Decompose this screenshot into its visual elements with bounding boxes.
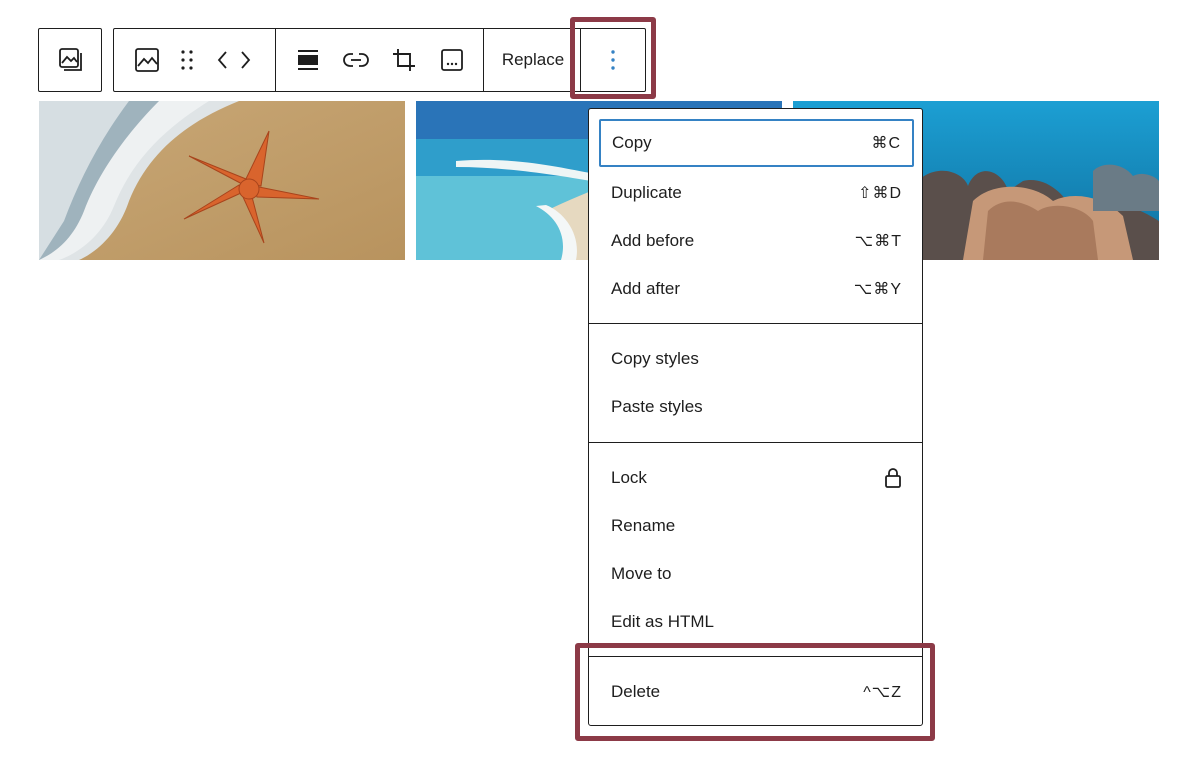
menu-item-copy-styles[interactable]: Copy styles [599,335,914,383]
drag-handle-button[interactable] [173,46,201,74]
image-icon [135,48,159,72]
toolbar-separator [483,29,484,91]
menu-item-paste-styles[interactable]: Paste styles [599,383,914,431]
menu-item-label: Move to [611,564,672,583]
crop-button[interactable] [390,46,418,74]
menu-item-rename[interactable]: Rename [599,502,914,550]
link-icon [343,53,369,67]
caption-icon [441,49,463,71]
align-icon [298,50,318,70]
image-block-button[interactable] [133,46,161,74]
menu-item-add-before[interactable]: Add before ⌥⌘T [599,217,914,265]
menu-item-shortcut: ⌥⌘T [854,233,902,250]
lock-icon [885,468,901,488]
block-toolbar: Replace [113,28,646,92]
move-right-button[interactable] [233,46,257,74]
caption-button[interactable] [438,46,466,74]
gallery-icon [59,48,82,71]
menu-item-copy[interactable]: Copy ⌘C [599,119,914,167]
crop-icon [393,49,415,71]
replace-button[interactable]: Replace [486,29,580,91]
gallery-image-starfish[interactable] [39,101,405,260]
menu-item-label: Add after [611,279,680,298]
more-options-highlight [570,17,656,99]
menu-item-label: Copy [612,133,652,152]
menu-item-label: Add before [611,231,695,250]
menu-item-label: Duplicate [611,183,682,202]
toolbar-separator [275,29,276,91]
menu-item-add-after[interactable]: Add after ⌥⌘Y [599,265,914,313]
chevron-left-icon [217,51,227,69]
menu-item-edit-as-html[interactable]: Edit as HTML [599,598,914,646]
align-button[interactable] [294,46,322,74]
menu-separator [589,442,922,443]
chevron-right-icon [241,51,251,69]
block-options-menu: Copy ⌘C Duplicate ⇧⌘D Add before ⌥⌘T Add… [588,108,923,726]
menu-item-label: Paste styles [611,397,703,416]
delete-highlight [575,643,935,741]
menu-item-move-to[interactable]: Move to [599,550,914,598]
menu-item-duplicate[interactable]: Duplicate ⇧⌘D [599,169,914,217]
menu-separator [589,323,922,324]
menu-item-label: Copy styles [611,349,699,368]
menu-item-label: Lock [611,468,647,487]
move-left-button[interactable] [211,46,235,74]
menu-item-shortcut: ⌥⌘Y [853,281,902,298]
menu-item-lock[interactable]: Lock [599,454,914,502]
drag-handle-icon [181,50,193,70]
block-switcher-button[interactable] [38,28,102,92]
link-button[interactable] [342,46,370,74]
menu-item-shortcut: ⌘C [871,135,901,152]
menu-item-label: Rename [611,516,676,535]
menu-item-label: Edit as HTML [611,612,714,631]
menu-item-shortcut: ⇧⌘D [858,185,902,202]
